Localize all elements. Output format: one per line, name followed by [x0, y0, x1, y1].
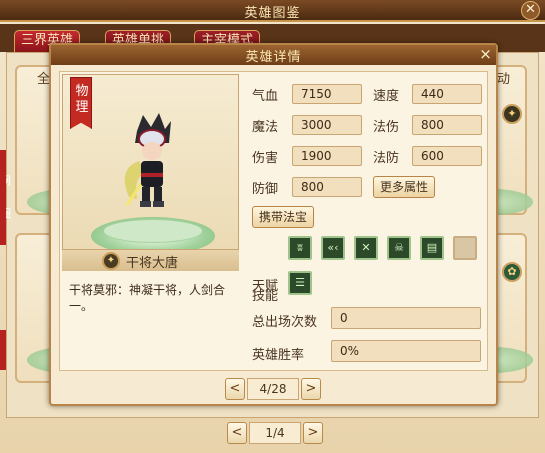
damage-type-label: 物理	[75, 84, 89, 115]
stat-value-defense: 800	[292, 177, 362, 197]
prev-page-button[interactable]: <	[227, 422, 247, 444]
empty-skill-slot	[453, 236, 477, 260]
talent-label: 天赋	[252, 279, 279, 294]
dialog-title-bar: 英雄详情 ×	[51, 45, 496, 65]
stat-label-defense: 防御	[252, 182, 279, 197]
carry-treasure-button[interactable]: 携带法宝	[252, 206, 315, 228]
more-attributes-button[interactable]: 更多属性	[373, 176, 436, 198]
stat-value-magic-defense: 600	[412, 146, 482, 166]
hero-sprite	[124, 113, 171, 207]
summon-skill-icon[interactable]: ☠	[387, 236, 411, 260]
hero-portrait: 物理 0	[62, 74, 239, 271]
stat-label-damage: 伤害	[252, 151, 279, 166]
scroll-skill-icon[interactable]: ▤	[420, 236, 444, 260]
stat-label-speed: 速度	[373, 89, 400, 104]
faction-icon: ✦	[102, 252, 120, 270]
window-title: 英雄图鉴	[244, 6, 301, 21]
winrate-value: 0%	[331, 340, 481, 362]
card-label: 动	[497, 72, 511, 87]
window-close-button[interactable]: ✕	[521, 1, 540, 20]
stat-value-speed: 440	[412, 84, 482, 104]
hero-page-indicator: 4/28	[247, 378, 299, 400]
book-talent-icon[interactable]: ☰	[288, 271, 312, 295]
stat-label-magic-damage: 法伤	[373, 120, 400, 135]
stat-value-hp: 7150	[292, 84, 362, 104]
damage-type-badge: 物理	[70, 77, 92, 129]
faction-icon: ✦	[502, 104, 522, 124]
appearances-label: 总出场次数	[252, 315, 318, 330]
next-hero-button[interactable]: >	[301, 378, 321, 400]
winrate-label: 英雄胜率	[252, 348, 305, 363]
prev-hero-button[interactable]: <	[225, 378, 245, 400]
stat-label-hp: 气血	[252, 89, 279, 104]
title-bar: 英雄图鉴 ✕	[0, 0, 545, 22]
hero-name: 干将大唐	[126, 256, 179, 271]
stat-label-mana: 魔法	[252, 120, 279, 135]
faction-icon: ✿	[502, 262, 522, 282]
stat-value-damage: 1900	[292, 146, 362, 166]
stat-label-magic-defense: 法防	[373, 151, 400, 166]
stat-value-mana: 3000	[292, 115, 362, 135]
page-indicator: 1/4	[249, 422, 301, 444]
hero-name-bar: ✦ 干将大唐	[62, 249, 239, 271]
next-page-button[interactable]: >	[303, 422, 323, 444]
flame-skill-icon[interactable]: ʬ	[288, 236, 312, 260]
dialog-title: 英雄详情	[245, 50, 302, 65]
gallery-pager: < 1/4 >	[227, 422, 323, 444]
triple-arrow-skill-icon[interactable]: «‹	[321, 236, 345, 260]
cross-blade-skill-icon[interactable]: ✕	[354, 236, 378, 260]
stat-value-magic-damage: 800	[412, 115, 482, 135]
side-decoration	[0, 330, 6, 370]
hero-pager: < 4/28 >	[225, 378, 321, 400]
dialog-close-button[interactable]: ×	[477, 46, 494, 63]
appearances-value: 0	[331, 307, 481, 329]
hero-description: 干将莫邪：神凝干将，人剑合一。	[69, 283, 226, 313]
side-decoration	[0, 150, 6, 245]
hero-detail-dialog: 英雄详情 × 物理 0 ✦ 干将大唐 干将莫邪：神凝干将，人剑合一。	[49, 43, 498, 406]
